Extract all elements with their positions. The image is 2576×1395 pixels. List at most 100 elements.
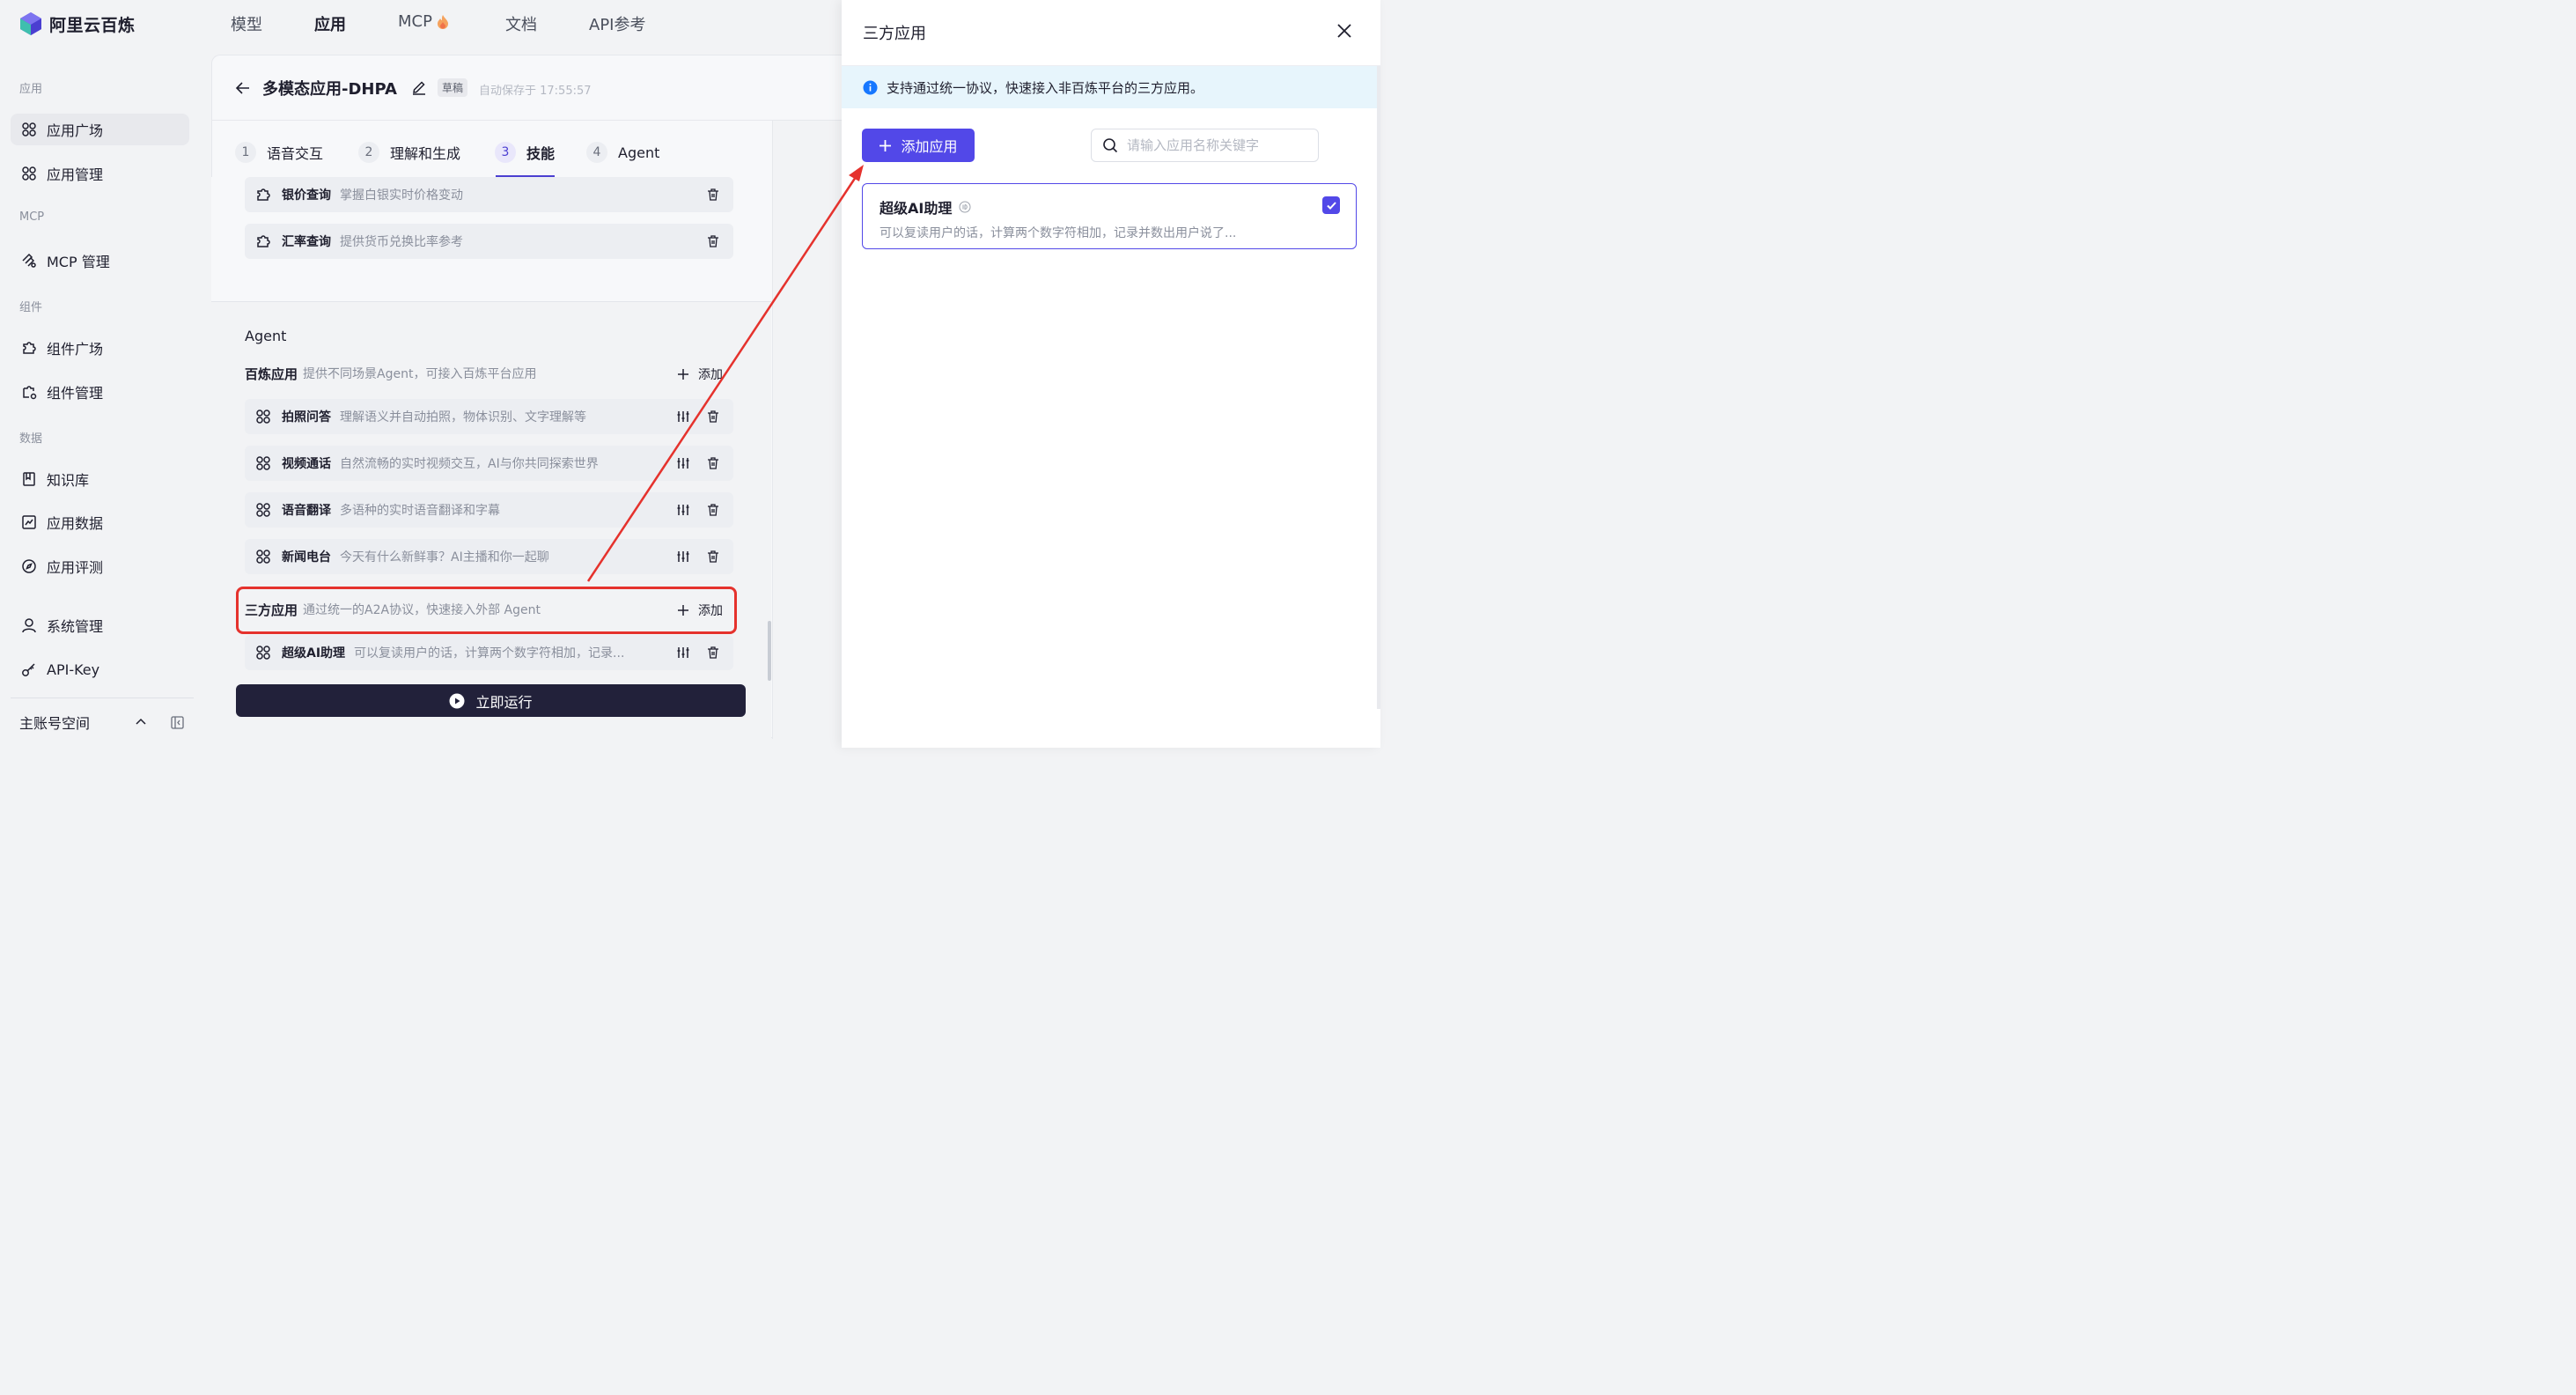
- sidebar-item-label: 知识库: [47, 472, 90, 489]
- app-desc: 自然流畅的实时视频交互，AI与你共同探索世界: [340, 457, 599, 471]
- skill-name: 汇率查询: [282, 235, 331, 249]
- app-search-box[interactable]: [1091, 129, 1319, 162]
- third-party-apps-drawer: 三方应用 支持通过统一协议，快速接入非百炼平台的三方应用。 添加应用 超级AI助…: [842, 0, 1380, 748]
- check-icon: [1326, 201, 1336, 210]
- sidebar-item-app-data[interactable]: 应用数据: [11, 506, 189, 538]
- trash-icon[interactable]: [706, 234, 720, 248]
- topnav-mcp-label: MCP: [398, 12, 432, 31]
- app-grid-icon: [256, 646, 270, 660]
- agent-app-item[interactable]: 新闻电台 今天有什么新鲜事？AI主播和你一起聊: [245, 539, 733, 574]
- tab-skills[interactable]: 3 技能: [495, 140, 555, 165]
- trash-icon[interactable]: [706, 503, 720, 517]
- settings-sliders-icon[interactable]: [676, 550, 690, 564]
- topnav-mcp[interactable]: MCP: [398, 12, 450, 31]
- sidebar-item-label: 应用管理: [47, 166, 104, 183]
- app-title: 多模态应用-DHPA: [262, 80, 397, 99]
- brand-name: 阿里云百炼: [49, 15, 136, 35]
- close-icon[interactable]: [1336, 22, 1353, 40]
- brand-logo[interactable]: 阿里云百炼: [19, 11, 136, 37]
- edit-icon[interactable]: [411, 79, 427, 95]
- sidebar-item-knowledge-base[interactable]: 知识库: [11, 463, 189, 495]
- settings-sliders-icon[interactable]: [676, 410, 690, 424]
- step-number: 2: [358, 142, 379, 163]
- search-input[interactable]: [1127, 137, 1303, 153]
- info-icon: [863, 80, 878, 94]
- nav-group-component: 组件: [19, 301, 43, 314]
- add-app-button[interactable]: 添加应用: [862, 129, 975, 162]
- step-number: 1: [235, 142, 256, 163]
- sidebar-item-system-manage[interactable]: 系统管理: [11, 609, 189, 641]
- trash-icon[interactable]: [706, 410, 720, 424]
- app-card-title: 超级AI助理: [880, 196, 971, 218]
- puzzle-icon: [257, 235, 270, 247]
- sidebar-item-app-manage[interactable]: 应用管理: [11, 158, 189, 189]
- sidebar-item-app-eval[interactable]: 应用评测: [11, 550, 189, 582]
- app-card-name: 超级AI助理: [880, 200, 953, 217]
- app-grid-icon: [256, 550, 270, 564]
- app-grid-icon: [22, 166, 36, 181]
- agent-app-item[interactable]: 视频通话 自然流畅的实时视频交互，AI与你共同探索世界: [245, 446, 733, 481]
- sidebar-item-label: 应用数据: [47, 515, 104, 532]
- play-icon: [449, 693, 465, 708]
- sidebar-item-label: 组件广场: [47, 341, 104, 358]
- sidebar-item-component-manage[interactable]: 组件管理: [11, 376, 189, 408]
- user-icon: [22, 618, 36, 633]
- draft-badge: 草稿: [438, 78, 468, 97]
- tab-agent[interactable]: 4 Agent: [586, 140, 659, 165]
- topnav-api-ref[interactable]: API参考: [589, 12, 645, 35]
- sidebar-collapse-icon[interactable]: [171, 716, 184, 729]
- nav-group-mcp: MCP: [19, 210, 45, 224]
- add-bailian-app-button[interactable]: 添加: [677, 365, 723, 383]
- app-grid-icon: [256, 503, 270, 517]
- app-select-checkbox[interactable]: [1322, 196, 1340, 214]
- trash-icon[interactable]: [706, 550, 720, 564]
- nav-group-data: 数据: [19, 432, 43, 446]
- app-name: 新闻电台: [282, 550, 331, 565]
- agent-heading: Agent: [245, 328, 287, 344]
- info-banner: 支持通过统一协议，快速接入非百炼平台的三方应用。: [842, 66, 1380, 108]
- sidebar-item-label: MCP 管理: [47, 254, 110, 270]
- sidebar-item-mcp-manage[interactable]: MCP 管理: [11, 245, 189, 277]
- app-grid-icon: [22, 122, 36, 137]
- topnav-app[interactable]: 应用: [314, 12, 346, 35]
- trash-icon[interactable]: [706, 188, 720, 202]
- fire-icon: [437, 14, 448, 29]
- sidebar-item-app-square[interactable]: 应用广场: [11, 114, 189, 145]
- agent-app-item[interactable]: 超级AI助理 可以复读用户的话，计算两个数字符相加，记录...: [245, 635, 733, 670]
- app-grid-icon: [256, 456, 270, 470]
- tab-understand-generate[interactable]: 2 理解和生成: [358, 140, 460, 165]
- puzzle-icon: [257, 188, 270, 201]
- topnav-model[interactable]: 模型: [231, 12, 262, 35]
- sidebar-item-label: 组件管理: [47, 385, 104, 402]
- back-arrow-icon[interactable]: [235, 80, 251, 96]
- skill-item[interactable]: 汇率查询 提供货币兑换比率参考: [245, 224, 733, 259]
- third-party-app-card[interactable]: 超级AI助理 可以复读用户的话，计算两个数字符相加，记录并数出用户说了...: [862, 183, 1357, 249]
- autosave-status: 自动保存于 17:55:57: [479, 85, 592, 98]
- skill-name: 银价查询: [282, 188, 331, 203]
- topnav-docs[interactable]: 文档: [505, 12, 537, 35]
- settings-sliders-icon[interactable]: [676, 503, 690, 517]
- key-icon: [22, 663, 35, 676]
- skill-desc: 掌握白银实时价格变动: [340, 188, 463, 203]
- run-label: 立即运行: [475, 693, 533, 711]
- settings-sliders-icon[interactable]: [676, 456, 690, 470]
- tab-voice-interaction[interactable]: 1 语音交互: [235, 140, 323, 165]
- drawer-scrollbar[interactable]: [1377, 66, 1380, 709]
- run-now-button[interactable]: 立即运行: [236, 684, 746, 717]
- editor-scrollbar[interactable]: [768, 621, 771, 681]
- step-tabs: 1 语音交互 2 理解和生成 3 技能 4 Agent: [235, 140, 816, 179]
- puzzle-icon: [23, 342, 36, 354]
- chevron-up-icon[interactable]: [134, 715, 148, 729]
- agent-app-item[interactable]: 语音翻译 多语种的实时语音翻译和字幕: [245, 492, 733, 528]
- sidebar-item-api-key[interactable]: API-Key: [11, 653, 189, 685]
- skill-item[interactable]: 银价查询 掌握白银实时价格变动: [245, 177, 733, 212]
- nav-group-app: 应用: [19, 83, 43, 96]
- trash-icon[interactable]: [706, 646, 720, 660]
- workspace-switcher[interactable]: 主账号空间: [19, 712, 90, 733]
- bailian-apps-header: 百炼应用 提供不同场景Agent，可接入百炼平台应用: [245, 363, 733, 384]
- id-badge-icon: [959, 201, 971, 213]
- settings-sliders-icon[interactable]: [676, 646, 690, 660]
- sidebar-item-component-square[interactable]: 组件广场: [11, 332, 189, 364]
- agent-app-item[interactable]: 拍照问答 理解语义并自动拍照，物体识别、文字理解等: [245, 399, 733, 434]
- trash-icon[interactable]: [706, 456, 720, 470]
